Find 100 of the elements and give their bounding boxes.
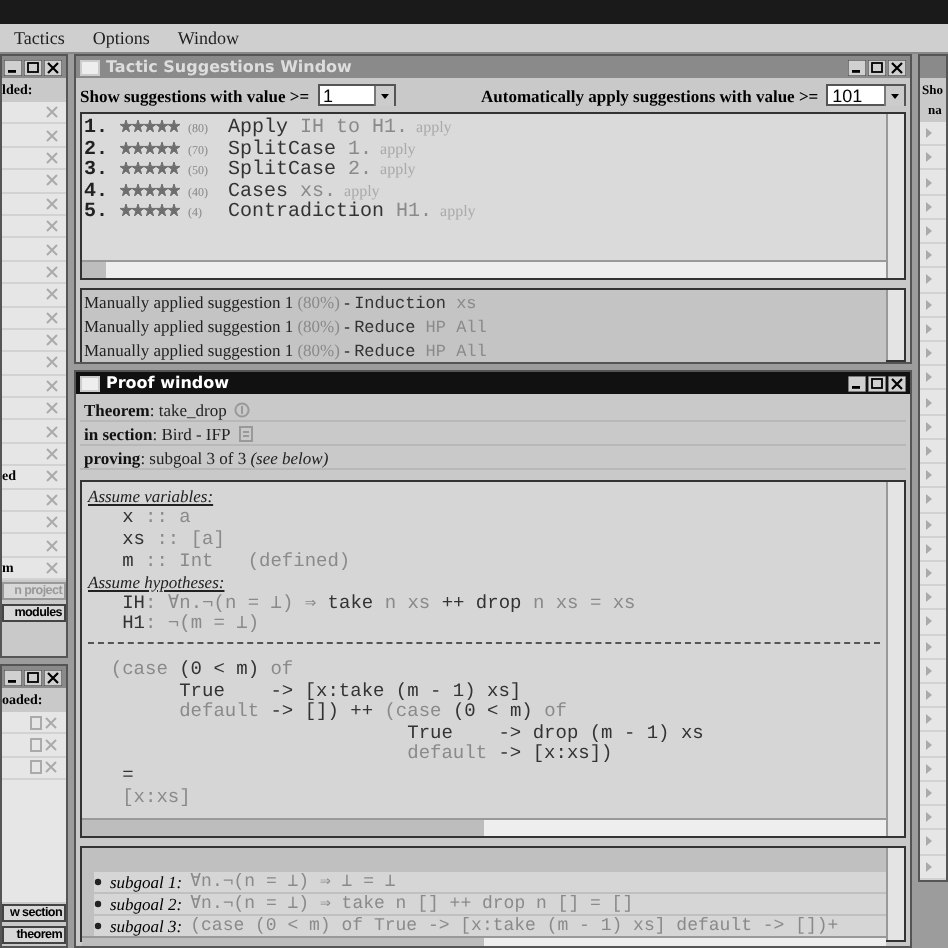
- remove-icon[interactable]: [46, 493, 58, 506]
- remove-icon[interactable]: [46, 129, 58, 142]
- window-icon: [80, 59, 100, 75]
- expand-icon[interactable]: [926, 836, 932, 847]
- menu-item[interactable]: Options: [92, 28, 150, 48]
- minimize-icon[interactable]: [4, 669, 22, 685]
- expand-icon[interactable]: [926, 519, 932, 530]
- expand-icon[interactable]: [926, 225, 932, 236]
- expand-icon[interactable]: [926, 616, 932, 627]
- expand-icon[interactable]: [926, 739, 932, 750]
- suggestion-tactic: SplitCase 2.: [228, 160, 373, 183]
- scrollbar[interactable]: [886, 848, 904, 940]
- expand-icon[interactable]: [926, 690, 932, 701]
- suggestion-tactic: Cases xs.: [228, 181, 337, 204]
- remove-icon[interactable]: [46, 174, 58, 187]
- remove-icon[interactable]: [46, 562, 58, 574]
- close-icon[interactable]: [888, 59, 906, 75]
- expand-icon[interactable]: [926, 568, 932, 579]
- expand-icon[interactable]: [926, 152, 932, 163]
- expand-icon[interactable]: [926, 763, 932, 774]
- maximize-icon[interactable]: [868, 375, 886, 391]
- window-icon: [80, 375, 100, 391]
- remove-icon[interactable]: [46, 106, 58, 119]
- code-line: =: [120, 763, 134, 786]
- remove-icon[interactable]: [46, 516, 58, 529]
- remove-icon[interactable]: [46, 243, 58, 256]
- expand-icon[interactable]: [926, 470, 932, 481]
- menu-item[interactable]: Window: [177, 28, 240, 48]
- remove-icon[interactable]: [46, 425, 58, 438]
- scrollbar[interactable]: [886, 482, 904, 836]
- expand-icon[interactable]: [926, 494, 932, 505]
- remove-icon[interactable]: [46, 334, 58, 347]
- maximize-icon[interactable]: [868, 59, 886, 75]
- remove-icon[interactable]: [46, 470, 58, 483]
- expand-icon[interactable]: [926, 201, 932, 212]
- maximize-icon[interactable]: [24, 59, 42, 75]
- remove-icon[interactable]: [46, 379, 58, 392]
- value-dropdown[interactable]: 1: [317, 84, 397, 106]
- remove-icon[interactable]: [46, 311, 58, 324]
- minimize-icon[interactable]: [848, 375, 866, 391]
- expand-icon[interactable]: [926, 348, 932, 359]
- expand-icon[interactable]: [926, 592, 932, 603]
- remove-icon[interactable]: [46, 402, 58, 415]
- suggestion-number: 3.: [84, 160, 111, 183]
- log-line: Manually applied suggestion 1 (80%) - Reduce HP All: [84, 316, 489, 338]
- expand-icon[interactable]: [926, 543, 932, 554]
- log-line: Manually applied suggestion 1 (80%) - Reduce HP All: [84, 340, 489, 362]
- remove-icon[interactable]: [46, 539, 58, 552]
- expand-icon[interactable]: [926, 274, 932, 285]
- maximize-icon[interactable]: [24, 669, 42, 685]
- expand-icon[interactable]: [926, 445, 932, 456]
- module-icon[interactable]: [30, 738, 58, 753]
- code-line: xs :: [a]: [120, 527, 225, 550]
- menu-item[interactable]: Tactics: [14, 28, 65, 48]
- expand-icon[interactable]: [926, 323, 932, 334]
- expand-icon[interactable]: [926, 372, 932, 383]
- section-heading: Assume variables:: [88, 486, 214, 507]
- scrollbar[interactable]: [82, 818, 886, 836]
- module-icon[interactable]: [30, 760, 58, 775]
- expand-icon[interactable]: [926, 714, 932, 725]
- expand-icon[interactable]: [926, 250, 932, 261]
- scrollbar[interactable]: [886, 114, 904, 278]
- expand-icon[interactable]: [926, 397, 932, 408]
- expand-icon[interactable]: [926, 788, 932, 799]
- close-icon[interactable]: [44, 669, 62, 685]
- scrollbar[interactable]: [886, 290, 904, 360]
- remove-icon[interactable]: [46, 288, 58, 301]
- remove-icon[interactable]: [46, 356, 58, 369]
- expand-icon[interactable]: [926, 177, 932, 188]
- scrollbar[interactable]: [82, 260, 886, 278]
- minimize-icon[interactable]: [4, 59, 22, 75]
- value-dropdown[interactable]: 101: [826, 84, 906, 106]
- code-line: True -> [x:take (m - 1) xs]: [177, 679, 522, 702]
- expand-icon[interactable]: [926, 861, 932, 872]
- info-line: proving: subgoal 3 of 3 (see below): [84, 447, 329, 467]
- expand-icon[interactable]: [926, 299, 932, 310]
- expand-icon[interactable]: [926, 665, 932, 676]
- expand-icon[interactable]: [926, 812, 932, 823]
- document-icon[interactable]: [238, 425, 255, 441]
- code-line: H1: ¬(m = ⊥): [120, 612, 260, 635]
- expand-icon[interactable]: [926, 421, 932, 432]
- expand-icon[interactable]: [926, 128, 932, 139]
- remove-icon[interactable]: [46, 151, 58, 164]
- code-line: m :: Int (defined): [120, 549, 351, 572]
- log-line: Manually applied suggestion 1 (80%) - Induction xs: [84, 292, 479, 314]
- minimize-icon[interactable]: [848, 59, 866, 75]
- remove-icon[interactable]: [46, 265, 58, 278]
- close-icon[interactable]: [888, 375, 906, 391]
- close-icon[interactable]: [44, 59, 62, 75]
- remove-icon[interactable]: [46, 448, 58, 461]
- info-icon[interactable]: [234, 401, 251, 417]
- code-line: True -> drop (m - 1) xs: [405, 721, 704, 744]
- subgoal-label: subgoal 1:: [110, 872, 183, 892]
- bullet-icon: [94, 900, 102, 908]
- code-line: IH: ∀n.¬(n = ⊥) ⇒ take n xs ++ drop n xs = xs: [120, 591, 636, 614]
- remove-icon[interactable]: [46, 220, 58, 233]
- option-label: Show suggestions with value >=: [80, 85, 310, 105]
- remove-icon[interactable]: [46, 197, 58, 210]
- module-icon[interactable]: [30, 715, 58, 730]
- expand-icon[interactable]: [926, 641, 932, 652]
